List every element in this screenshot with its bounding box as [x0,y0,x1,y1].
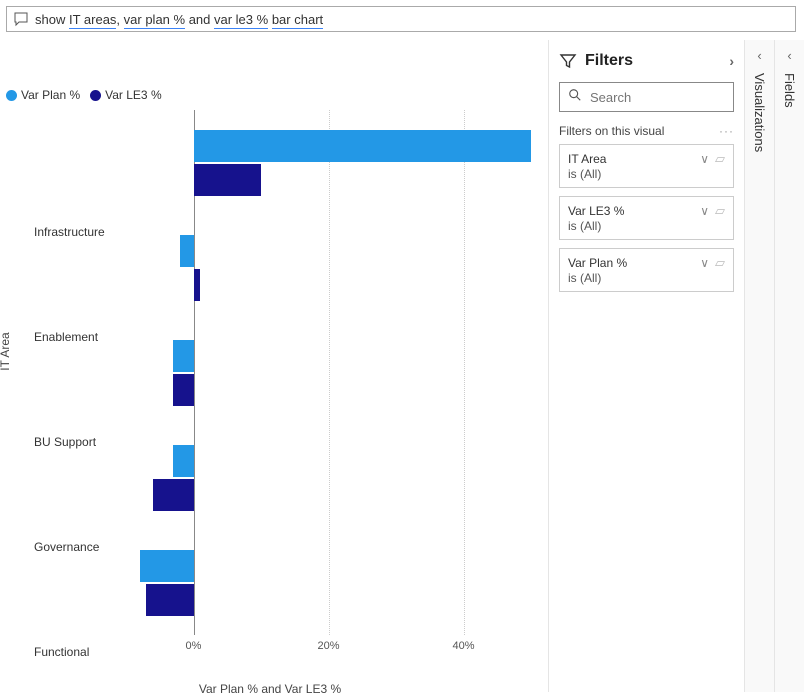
eraser-icon[interactable]: ▱ [715,255,725,271]
legend-item-1[interactable]: Var Plan % [6,88,80,102]
filter-field-value: is (All) [568,271,725,285]
fields-pane-collapsed[interactable]: ‹ Fields [774,40,804,692]
visualizations-pane-collapsed[interactable]: ‹ Visualizations [744,40,774,692]
eraser-icon[interactable]: ▱ [715,151,725,167]
bar[interactable] [146,584,193,616]
filter-field-name: Var Plan % [568,256,700,270]
x-tick-label: 40% [452,640,474,652]
filters-section-label: Filters on this visual ··· [559,124,734,138]
legend-swatch-1 [6,90,17,101]
search-icon [568,88,582,107]
nl-query-bar[interactable]: show IT areas, var plan % and var le3 % … [6,6,796,32]
x-tick-label: 0% [186,640,202,652]
y-axis-title: IT Area [0,332,12,370]
bar[interactable] [180,235,194,267]
chevron-down-icon[interactable]: ∨ [700,152,709,166]
bar[interactable] [194,130,532,162]
bar[interactable] [173,374,193,406]
filter-card[interactable]: Var Plan %∨ ▱is (All) [559,248,734,292]
chat-icon [13,11,29,27]
filter-card[interactable]: Var LE3 %∨ ▱is (All) [559,196,734,240]
bar[interactable] [194,269,201,301]
chevron-down-icon[interactable]: ∨ [700,256,709,270]
chevron-down-icon[interactable]: ∨ [700,204,709,218]
y-tick-label: Functional [34,645,144,659]
legend-item-2[interactable]: Var LE3 % [90,88,161,102]
x-axis-title: Var Plan % and Var LE3 % [6,682,534,696]
chevron-left-icon[interactable]: ‹ [757,48,761,63]
bar[interactable] [194,164,262,196]
filters-pane: Filters › Filters on this visual ··· IT … [548,40,744,692]
bar[interactable] [140,550,194,582]
x-tick-label: 20% [317,640,339,652]
chart-plot: IT Area InfrastructureEnablementBU Suppo… [6,110,534,670]
bar[interactable] [173,340,193,372]
filter-icon [559,52,577,70]
filter-field-value: is (All) [568,167,725,181]
y-tick-label: Enablement [34,330,144,344]
filters-search[interactable] [559,82,734,112]
filter-field-value: is (All) [568,219,725,233]
eraser-icon[interactable]: ▱ [715,203,725,219]
bar[interactable] [153,479,194,511]
filter-card[interactable]: IT Area∨ ▱is (All) [559,144,734,188]
legend-swatch-2 [90,90,101,101]
filter-field-name: IT Area [568,152,700,166]
filters-search-input[interactable] [590,90,766,105]
filter-field-name: Var LE3 % [568,204,700,218]
filters-title: Filters [585,52,633,70]
y-tick-label: Infrastructure [34,225,144,239]
filters-header: Filters › [559,52,734,70]
visualizations-label: Visualizations [752,73,767,152]
chart-visual[interactable]: Var Plan % Var LE3 % IT Area Infrastruct… [6,40,534,690]
fields-label: Fields [782,73,797,108]
bar[interactable] [173,445,193,477]
filters-expand-icon[interactable]: › [729,53,734,69]
right-rails: ‹ Visualizations ‹ Fields [744,40,804,692]
plot-area [126,110,531,635]
chart-legend: Var Plan % Var LE3 % [6,88,162,102]
y-tick-label: Governance [34,540,144,554]
chevron-left-icon[interactable]: ‹ [787,48,791,63]
query-text: show IT areas, var plan % and var le3 % … [35,12,323,27]
filters-section-more-icon[interactable]: ··· [719,124,734,138]
y-tick-label: BU Support [34,435,144,449]
